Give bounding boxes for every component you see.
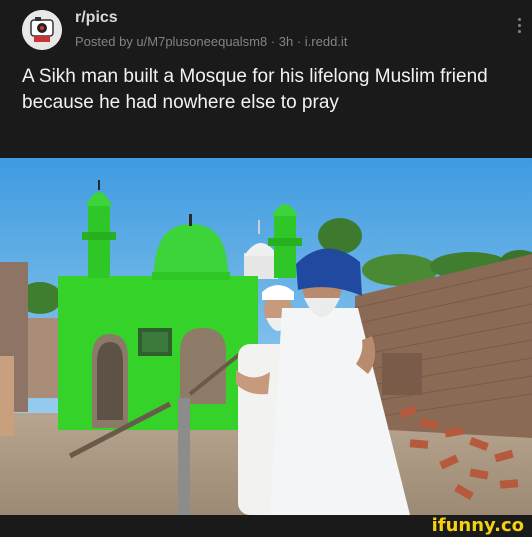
post-meta: Posted by u/M7plusoneequalsm8 · 3h · i.r…: [75, 34, 348, 49]
subreddit-avatar-icon[interactable]: [22, 10, 62, 50]
subreddit-name[interactable]: r/pics: [75, 9, 118, 27]
ifunny-watermark: ifunny.co: [431, 515, 524, 536]
post-header: r/pics Posted by u/M7plusoneequalsm8 · 3…: [0, 0, 532, 60]
kebab-menu-icon[interactable]: [516, 18, 522, 36]
post-image[interactable]: [0, 158, 532, 515]
post-title[interactable]: A Sikh man built a Mosque for his lifelo…: [22, 64, 522, 116]
